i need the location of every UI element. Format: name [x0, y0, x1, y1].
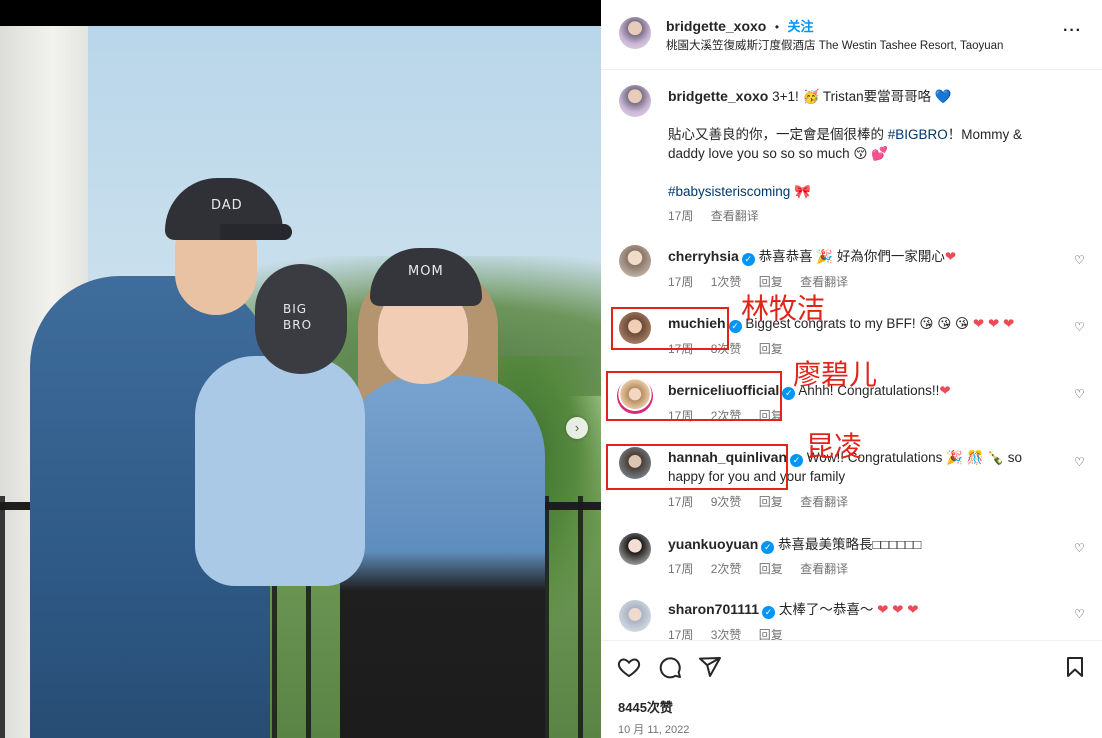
caption-meta: 17周 查看翻译 [668, 207, 773, 224]
comment-hearts: ❤ [939, 383, 951, 398]
ribbon-emoji: 🎀 [794, 184, 811, 199]
annotation-label-bernice: 廖碧儿 [793, 358, 878, 391]
caption-line-2: 貼心又善良的你，一定會是個很棒的 #BIGBRO！Mommy & daddy l… [668, 125, 1048, 163]
comment-reply[interactable]: 回复 [759, 495, 783, 509]
comment-body: cherryhsia ✓ 恭喜恭喜 🎉 好為你們一家開心❤ [668, 247, 1048, 266]
bookmark-icon[interactable] [1063, 655, 1087, 679]
comment-hearts: ❤ ❤ ❤ [877, 602, 919, 617]
caption-translate[interactable]: 查看翻译 [711, 209, 759, 223]
comment-text: 恭喜恭喜 🎉 好為你們一家開心 [758, 249, 945, 264]
like-comment-icon[interactable]: ♡ [1074, 607, 1086, 621]
comment-reply[interactable]: 回复 [759, 342, 783, 356]
blue-heart-emoji: 💙 [934, 89, 952, 104]
annotation-label-hannah: 昆凌 [806, 430, 863, 463]
comment-body: yuankuoyuan ✓ 恭喜最美策略長□□□□□□ [668, 535, 1048, 554]
annotation-box-hannah [606, 444, 788, 490]
comment-translate[interactable]: 查看翻译 [800, 495, 848, 509]
like-count[interactable]: 8445次赞 [618, 697, 673, 716]
comment-avatar[interactable] [619, 245, 651, 277]
mom-figure [340, 376, 545, 738]
caption-time: 17周 [668, 209, 694, 223]
chevron-right-icon[interactable]: › [566, 417, 588, 439]
comment-icon[interactable] [658, 655, 682, 679]
caption-text-1: 3+1! 🥳 Tristan要當哥哥咯 [772, 89, 932, 104]
like-comment-icon[interactable]: ♡ [1074, 455, 1086, 469]
comment-time: 17周 [668, 628, 694, 640]
dad-cap-brim [220, 224, 292, 240]
comment-reply[interactable]: 回复 [759, 562, 783, 576]
post-photo[interactable]: MOM DAD BIG BRO › [0, 26, 601, 738]
caption-text-2a: 貼心又善良的你，一定會是個很棒的 [668, 127, 888, 142]
comment-meta: 17周 9次赞 回复 查看翻译 [668, 493, 862, 510]
comment-reply[interactable]: 回复 [759, 628, 783, 640]
annotation-label-muchieh: 林牧洁 [741, 292, 826, 325]
comment-time: 17周 [668, 275, 694, 289]
comment-username[interactable]: yuankuoyuan [668, 536, 758, 552]
comment-meta: 17周 3次赞 回复 [668, 626, 797, 640]
heart-outline-icon[interactable] [617, 655, 641, 679]
caption-avatar[interactable] [619, 85, 651, 117]
verified-badge-icon: ✓ [728, 320, 742, 333]
verified-badge-icon: ✓ [741, 253, 755, 266]
paper-plane-icon[interactable] [698, 655, 722, 679]
caption-line-1: bridgette_xoxo 3+1! 🥳 Tristan要當哥哥咯 💙 [668, 87, 1048, 106]
header-separator: • [774, 20, 780, 34]
comment-likes[interactable]: 1次赞 [711, 275, 742, 289]
author-username[interactable]: bridgette_xoxo [666, 18, 766, 34]
author-avatar[interactable] [619, 17, 651, 49]
caption-username[interactable]: bridgette_xoxo [668, 88, 768, 104]
follow-button[interactable]: 关注 [787, 19, 813, 34]
comment-meta: 17周 2次赞 回复 查看翻译 [668, 560, 862, 577]
verified-badge-icon: ✓ [790, 454, 804, 467]
hashtag-bigbro[interactable]: #BIGBRO [888, 127, 948, 142]
action-bar: 8445次赞 10 月 11, 2022 [601, 640, 1102, 738]
comment-likes[interactable]: 2次赞 [711, 562, 742, 576]
comment-text: 恭喜最美策略長□□□□□□ [778, 537, 922, 552]
post-date: 10 月 11, 2022 [618, 724, 690, 736]
comment-hearts: ❤ [944, 249, 957, 264]
comment-likes[interactable]: 3次赞 [711, 628, 742, 640]
post-sidebar: bridgette_xoxo • 关注 桃園大溪笠復威斯汀度假酒店 The We… [601, 0, 1102, 738]
kid-cap-text-2: BRO [283, 318, 313, 332]
annotation-box-bernice [606, 371, 782, 421]
mom-cap-text: MOM [408, 264, 444, 279]
comment-username[interactable]: cherryhsia [668, 248, 739, 264]
like-comment-icon[interactable]: ♡ [1074, 541, 1086, 555]
more-options-icon[interactable]: ··· [1063, 22, 1082, 40]
comment-translate[interactable]: 查看翻译 [800, 562, 848, 576]
verified-badge-icon: ✓ [761, 541, 775, 554]
comment-item: sharon701111 ✓ 太棒了～恭喜～ ❤ ❤ ❤ 17周 3次赞 回复 ♡ [601, 590, 1102, 640]
comment-username[interactable]: sharon701111 [668, 601, 759, 617]
annotation-box-muchieh [611, 307, 729, 350]
like-comment-icon[interactable]: ♡ [1074, 253, 1086, 267]
like-comment-icon[interactable]: ♡ [1074, 387, 1086, 401]
comment-avatar[interactable] [619, 533, 651, 565]
comment-text: 太棒了～恭喜～ [778, 602, 874, 617]
comment-time: 17周 [668, 562, 694, 576]
kid-figure [195, 356, 365, 586]
caption-line-3: #babysisteriscoming 🎀 [668, 182, 811, 201]
dad-cap-text: DAD [211, 198, 243, 213]
comment-time: 17周 [668, 495, 694, 509]
comment-avatar[interactable] [619, 600, 651, 632]
post-location[interactable]: 桃園大溪笠復威斯汀度假酒店 The Westin Tashee Resort, … [666, 37, 1003, 53]
comment-hearts: ❤ ❤ ❤ [972, 316, 1015, 331]
hashtag-babysister[interactable]: #babysisteriscoming [668, 184, 790, 199]
comment-body: sharon701111 ✓ 太棒了～恭喜～ ❤ ❤ ❤ [668, 600, 1048, 619]
post-header: bridgette_xoxo • 关注 桃園大溪笠復威斯汀度假酒店 The We… [601, 0, 1102, 70]
like-comment-icon[interactable]: ♡ [1074, 320, 1086, 334]
kid-cap: BIG BRO [255, 264, 347, 374]
verified-badge-icon: ✓ [762, 606, 776, 619]
comment-likes[interactable]: 9次赞 [711, 495, 742, 509]
kid-cap-text-1: BIG [283, 302, 308, 316]
